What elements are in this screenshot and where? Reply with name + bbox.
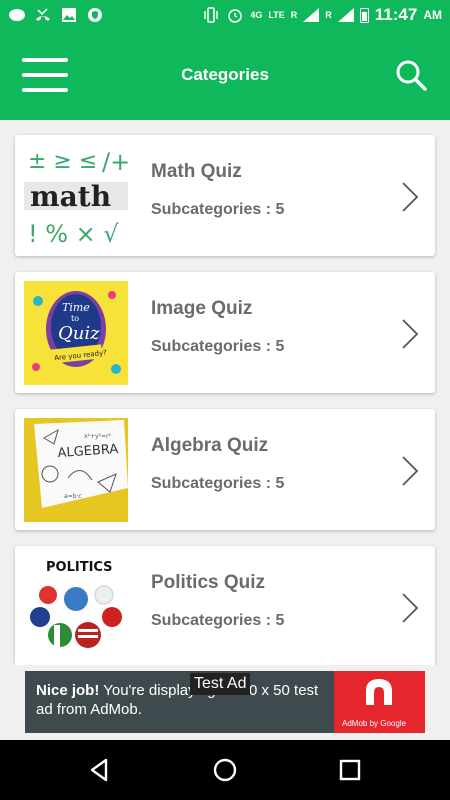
svg-text:math: math	[30, 180, 111, 213]
svg-text:x²+y²=r²: x²+y²=r²	[84, 433, 111, 440]
category-title: Math Quiz	[151, 161, 242, 182]
page-title: Categories	[181, 65, 269, 84]
category-subtitle: Subcategories : 5	[151, 201, 285, 218]
system-nav-bar	[0, 740, 450, 800]
network-4g-label: 4G	[250, 10, 263, 20]
svg-text:to: to	[71, 314, 79, 323]
vibrate-icon	[202, 7, 220, 23]
roaming-indicator-2: R	[325, 10, 332, 20]
category-card-math[interactable]: ± ≥ ≤ /+ math ! % × √ Math Quiz Subcateg…	[15, 135, 435, 256]
menu-icon[interactable]	[22, 58, 68, 92]
status-time: 11:47	[374, 5, 418, 24]
politics-quiz-thumbnail: POLITICS	[24, 555, 128, 659]
signal-icon-2	[337, 8, 354, 22]
category-subtitle: Subcategories : 5	[151, 612, 285, 629]
gallery-icon	[60, 7, 78, 23]
status-bar: 4G LTE R R 11:47 AM	[0, 0, 450, 30]
chevron-right-icon	[401, 455, 419, 487]
svg-text:POLITICS: POLITICS	[46, 560, 113, 575]
battery-icon	[359, 7, 369, 23]
category-title: Algebra Quiz	[151, 435, 269, 456]
category-title: Image Quiz	[151, 298, 253, 319]
chevron-right-icon	[401, 181, 419, 213]
recents-icon[interactable]	[336, 756, 364, 784]
network-lte-label: LTE	[268, 10, 285, 20]
ad-text: Nice job! You're displaying a 320 x 50 t…	[36, 681, 336, 719]
jio-icon	[8, 7, 26, 23]
category-title: Politics Quiz	[151, 572, 266, 593]
category-card-algebra[interactable]: ALGEBRA x²+y²=r² a=b·c Algebra Quiz Subc…	[15, 409, 435, 530]
image-quiz-thumbnail: Time to Quiz Are you ready?	[24, 281, 128, 385]
test-ad-badge: Test Ad	[190, 673, 251, 695]
algebra-quiz-thumbnail: ALGEBRA x²+y²=r² a=b·c	[24, 418, 128, 522]
search-icon[interactable]	[394, 58, 428, 92]
alarm-icon	[226, 7, 244, 23]
svg-text:Quiz: Quiz	[58, 323, 100, 344]
chevron-right-icon	[401, 592, 419, 624]
category-subtitle: Subcategories : 5	[151, 338, 285, 355]
admob-brand-text: AdMob by Google	[342, 719, 407, 728]
home-icon[interactable]	[211, 756, 239, 784]
status-ampm: AM	[423, 8, 442, 22]
app-toolbar: Categories	[0, 30, 450, 120]
missed-call-icon	[34, 7, 52, 23]
svg-text:! % × √: ! % × √	[28, 220, 119, 248]
category-subtitle: Subcategories : 5	[151, 475, 285, 492]
back-icon[interactable]	[86, 756, 114, 784]
math-quiz-thumbnail: ± ≥ ≤ /+ math ! % × √	[24, 144, 128, 248]
signal-icon	[303, 8, 320, 22]
svg-text:Time: Time	[62, 301, 90, 314]
svg-text:a=b·c: a=b·c	[64, 493, 82, 500]
svg-text:/+: /+	[102, 148, 128, 176]
shield-icon	[86, 7, 104, 23]
chevron-right-icon	[401, 318, 419, 350]
ad-headline: Nice job!	[36, 682, 100, 699]
svg-text:± ≥ ≤: ± ≥ ≤	[28, 149, 97, 174]
roaming-indicator-1: R	[290, 10, 298, 20]
category-card-politics[interactable]: POLITICS Politics Quiz Subcategories : 5	[15, 546, 435, 665]
category-list[interactable]: ± ≥ ≤ /+ math ! % × √ Math Quiz Subcateg…	[0, 120, 450, 665]
admob-icon	[366, 679, 392, 705]
admob-logo: AdMob by Google	[334, 671, 425, 733]
category-card-image[interactable]: Time to Quiz Are you ready? Image Quiz S…	[15, 272, 435, 393]
